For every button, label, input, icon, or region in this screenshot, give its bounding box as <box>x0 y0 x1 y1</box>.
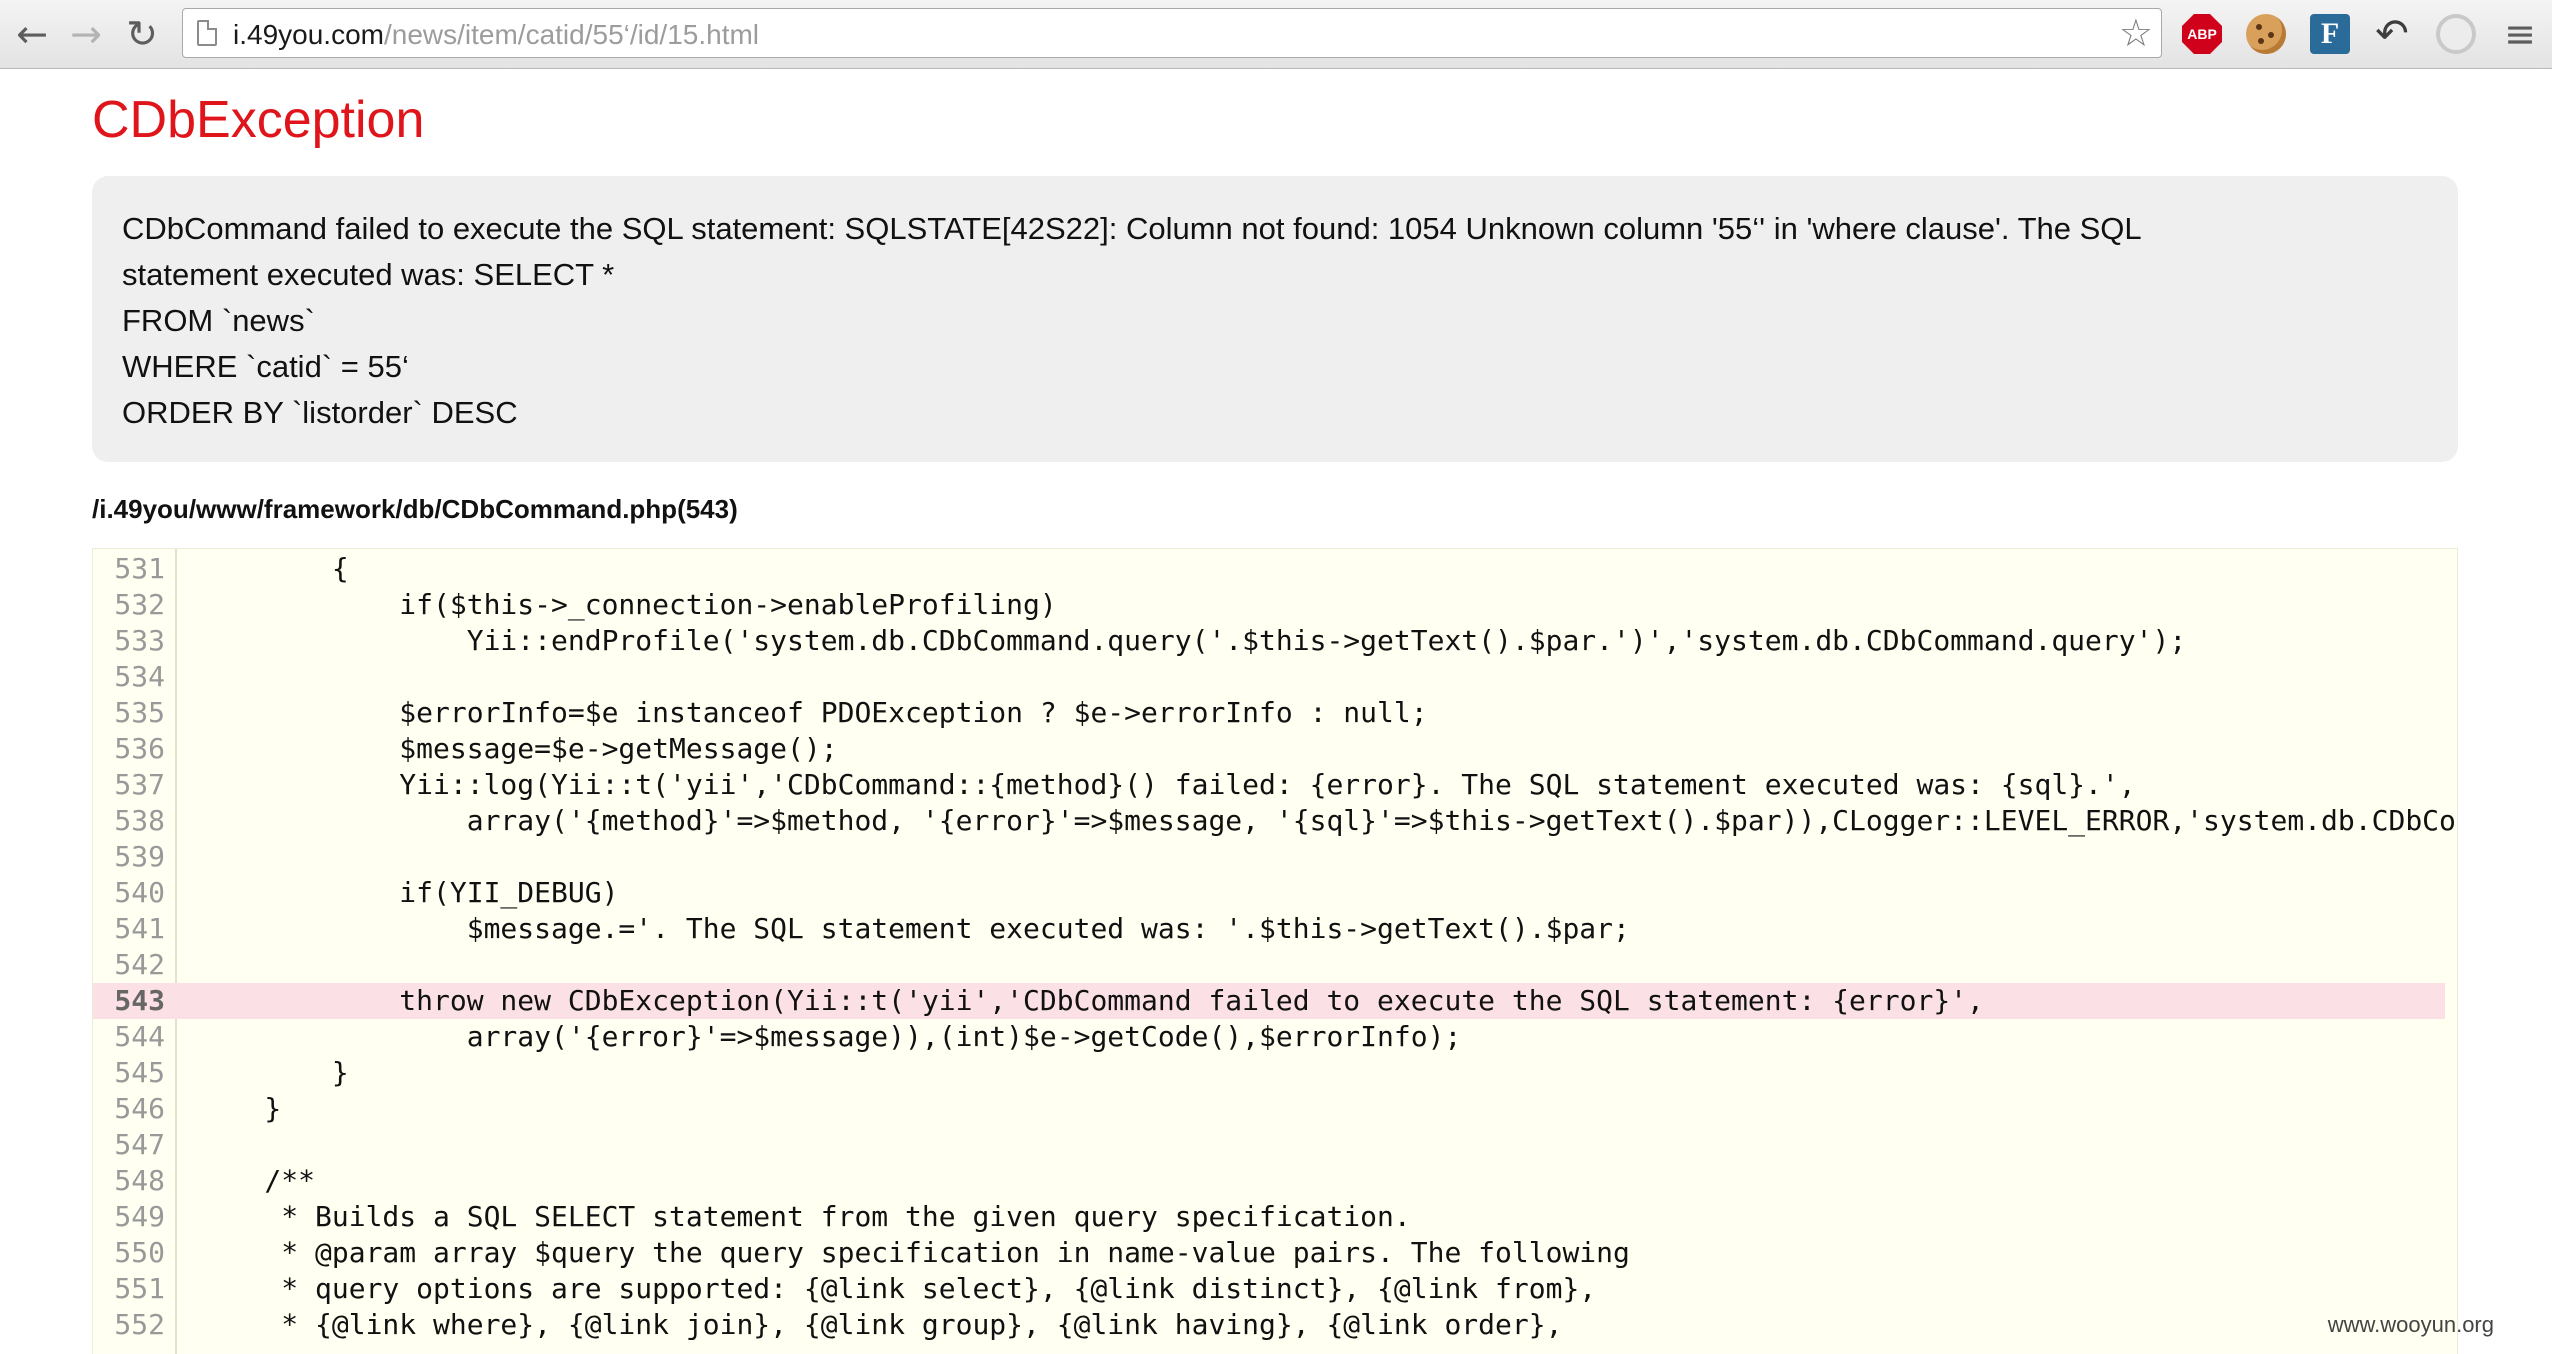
error-message-line: FROM `news` <box>122 303 315 338</box>
code-line: 540 if(YII_DEBUG) <box>93 875 2445 911</box>
menu-glyph: ≡ <box>2504 12 2536 56</box>
line-number: 551 <box>114 1272 165 1305</box>
line-number: 536 <box>114 732 165 765</box>
code-line: 547 <box>93 1127 2445 1163</box>
cookie-icon[interactable] <box>2246 14 2286 54</box>
code-line: 542 <box>93 947 2445 983</box>
line-number: 545 <box>114 1056 165 1089</box>
back-arrow-icon: ← <box>16 12 48 56</box>
url-text[interactable]: i.49you.com/news/item/catid/55‘/id/15.ht… <box>233 19 759 51</box>
line-code: * @param array $query the query specific… <box>197 1236 1630 1269</box>
line-number: 538 <box>114 804 165 837</box>
code-line: 552 * {@link where}, {@link join}, {@lin… <box>93 1307 2445 1343</box>
code-line: 532 if($this->_connection->enableProfili… <box>93 587 2445 623</box>
error-message-line: WHERE `catid` = 55‘ <box>122 349 409 384</box>
bookmark-star-icon[interactable]: ☆ <box>2119 11 2153 55</box>
undo-arrow-glyph: ↶ <box>2375 11 2409 57</box>
line-number: 539 <box>114 840 165 873</box>
line-number: 552 <box>114 1308 165 1341</box>
line-code: } <box>197 1056 349 1089</box>
line-number: 532 <box>114 588 165 621</box>
adblock-label: ABP <box>2187 26 2217 42</box>
exception-title: CDbException <box>92 91 425 149</box>
error-message-line: ORDER BY `listorder` DESC <box>122 395 518 430</box>
url-path: /news/item/catid/55‘/id/15.html <box>383 19 760 50</box>
code-line: 551 * query options are supported: {@lin… <box>93 1271 2445 1307</box>
line-number: 548 <box>114 1164 165 1197</box>
adblock-plus-icon[interactable]: ABP <box>2182 14 2222 54</box>
line-number: 535 <box>114 696 165 729</box>
browser-menu-icon[interactable]: ≡ <box>2500 12 2540 56</box>
line-number: 541 <box>114 912 165 945</box>
error-message-line: CDbCommand failed to execute the SQL sta… <box>122 211 2142 246</box>
line-number: 544 <box>114 1020 165 1053</box>
code-line: 550 * @param array $query the query spec… <box>93 1235 2445 1271</box>
source-code-block: 531 {532 if($this->_connection->enablePr… <box>92 548 2458 1354</box>
line-code: throw new CDbException(Yii::t('yii','CDb… <box>197 984 1984 1017</box>
address-bar[interactable]: i.49you.com/news/item/catid/55‘/id/15.ht… <box>182 8 2162 58</box>
line-code: array('{error}'=>$message)),(int)$e->get… <box>197 1020 1462 1053</box>
url-host: i.49you.com <box>233 19 384 50</box>
code-line: 534 <box>93 659 2445 695</box>
reload-button[interactable]: ↻ <box>118 10 166 58</box>
line-code: if($this->_connection->enableProfiling) <box>197 588 1057 621</box>
code-line: 537 Yii::log(Yii::t('yii','CDbCommand::{… <box>93 767 2445 803</box>
forward-arrow-icon: → <box>70 12 102 56</box>
error-message-line: statement executed was: SELECT * <box>122 257 615 292</box>
code-line: 545 } <box>93 1055 2445 1091</box>
forward-button[interactable]: → <box>62 10 110 58</box>
line-number: 540 <box>114 876 165 909</box>
line-code: * query options are supported: {@link se… <box>197 1272 1597 1305</box>
error-message-box: CDbCommand failed to execute the SQL sta… <box>92 176 2458 462</box>
code-line: 546 } <box>93 1091 2445 1127</box>
line-number: 542 <box>114 948 165 981</box>
code-line: 536 $message=$e->getMessage(); <box>93 731 2445 767</box>
browser-toolbar: ← → ↻ i.49you.com/news/item/catid/55‘/id… <box>0 0 2552 69</box>
line-number: 547 <box>114 1128 165 1161</box>
code-line: 533 Yii::endProfile('system.db.CDbComman… <box>93 623 2445 659</box>
line-number: 549 <box>114 1200 165 1233</box>
code-line-highlighted: 543 throw new CDbException(Yii::t('yii',… <box>93 983 2445 1019</box>
line-code: if(YII_DEBUG) <box>197 876 619 909</box>
feedly-label: F <box>2320 17 2340 50</box>
line-number: 546 <box>114 1092 165 1125</box>
reload-icon: ↻ <box>126 12 158 56</box>
line-code: array('{method}'=>$method, '{error}'=>$m… <box>197 804 2456 837</box>
line-number: 531 <box>114 552 165 585</box>
line-number: 550 <box>114 1236 165 1269</box>
line-code: { <box>197 552 349 585</box>
line-code: $errorInfo=$e instanceof PDOException ? … <box>197 696 1428 729</box>
circle-extension-icon[interactable] <box>2436 14 2476 54</box>
line-number: 533 <box>114 624 165 657</box>
back-button[interactable]: ← <box>8 10 56 58</box>
code-line: 538 array('{method}'=>$method, '{error}'… <box>93 803 2455 839</box>
line-number: 534 <box>114 660 165 693</box>
undo-arrow-icon[interactable]: ↶ <box>2372 11 2412 57</box>
line-number: 543 <box>114 984 165 1017</box>
code-line: 544 array('{error}'=>$message)),(int)$e-… <box>93 1019 2445 1055</box>
page-icon <box>197 20 217 46</box>
line-code: * Builds a SQL SELECT statement from the… <box>197 1200 1411 1233</box>
code-line: 531 { <box>93 551 2445 587</box>
line-number: 537 <box>114 768 165 801</box>
source-file-path: /i.49you/www/framework/db/CDbCommand.php… <box>92 494 738 524</box>
line-code: /** <box>197 1164 316 1197</box>
line-code: Yii::endProfile('system.db.CDbCommand.qu… <box>197 624 2187 657</box>
code-line: 541 $message.='. The SQL statement execu… <box>93 911 2445 947</box>
line-code: } <box>197 1092 282 1125</box>
code-line: 549 * Builds a SQL SELECT statement from… <box>93 1199 2445 1235</box>
line-code: $message=$e->getMessage(); <box>197 732 838 765</box>
feedly-icon[interactable]: F <box>2310 14 2350 54</box>
line-code: $message.='. The SQL statement executed … <box>197 912 1630 945</box>
watermark: www.wooyun.org <box>2327 1312 2494 1337</box>
line-code: * {@link where}, {@link join}, {@link gr… <box>197 1308 1563 1341</box>
line-code: Yii::log(Yii::t('yii','CDbCommand::{meth… <box>197 768 2136 801</box>
code-line: 535 $errorInfo=$e instanceof PDOExceptio… <box>93 695 2445 731</box>
code-line: 539 <box>93 839 2445 875</box>
code-line: 548 /** <box>93 1163 2445 1199</box>
